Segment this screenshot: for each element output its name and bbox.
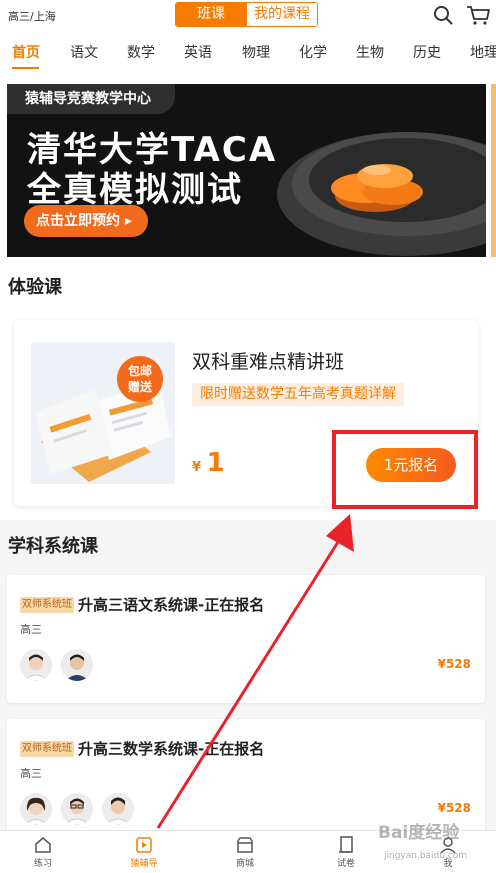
avatar — [61, 649, 93, 681]
tab-chemistry[interactable]: 化学 — [299, 42, 327, 62]
next-banner-peek — [491, 84, 496, 257]
teacher-avatars — [20, 793, 134, 825]
avatar — [61, 793, 93, 825]
course-card[interactable]: 双师系统班 升高三语文系统课-正在报名 高三 ¥528 — [7, 575, 485, 703]
tab-class-courses[interactable]: 班课 — [176, 3, 246, 26]
paper-icon — [339, 836, 353, 853]
store-icon — [237, 837, 253, 853]
trial-price: ¥ 1 — [192, 448, 225, 478]
trial-section-title: 体验课 — [8, 277, 62, 298]
tab-geography[interactable]: 地理 — [470, 42, 496, 62]
banner-area: 猿辅导竞赛教学中心 清华大学TACA 全真模拟测试 点击立即预约 ▸ — [0, 72, 496, 272]
nav-label: 猿辅导 — [130, 859, 158, 869]
search-icon[interactable] — [432, 4, 454, 26]
tab-history[interactable]: 历史 — [413, 42, 441, 62]
course-type-badge: 双师系统班 — [20, 597, 74, 613]
course-title: 升高三语文系统课-正在报名 — [78, 596, 265, 614]
avatar — [20, 793, 52, 825]
highlight-annotation-box — [332, 430, 478, 509]
watermark-url: jingyan.baidu.com — [384, 851, 468, 861]
tab-chinese[interactable]: 语文 — [70, 42, 98, 62]
course-price: ¥528 — [437, 657, 471, 671]
course-price: ¥528 — [437, 801, 471, 815]
banner-badge: 猿辅导竞赛教学中心 — [7, 84, 175, 114]
course-title: 升高三数学系统课-正在报名 — [78, 740, 265, 758]
avatar — [102, 793, 134, 825]
nav-label: 商城 — [235, 859, 254, 869]
trial-course-name: 双科重难点精讲班 — [192, 351, 345, 373]
location-selector[interactable]: 高三/上海 — [8, 8, 56, 24]
tab-physics[interactable]: 物理 — [242, 42, 270, 62]
nav-practice[interactable]: 练习 — [13, 835, 73, 869]
course-type-badge: 双师系统班 — [20, 741, 74, 757]
active-tab-indicator — [12, 67, 39, 69]
price-value: 1 — [206, 448, 225, 478]
subject-tabs: 首页 语文 数学 英语 物理 化学 生物 历史 地理 — [0, 32, 496, 72]
banner-cta-button[interactable]: 点击立即预约 ▸ — [24, 205, 148, 237]
sticker-line1: 包邮 — [127, 364, 152, 378]
teacher-avatars — [20, 649, 93, 681]
price-currency: ¥ — [192, 460, 202, 475]
tab-english[interactable]: 英语 — [184, 42, 212, 62]
tab-math[interactable]: 数学 — [127, 42, 155, 62]
nav-papers[interactable]: 试卷 — [316, 835, 376, 869]
disc-illustration — [277, 132, 486, 256]
course-book-image: 包邮 赠送 — [31, 342, 175, 484]
nav-yuanfudao[interactable]: 猿辅导 — [114, 835, 174, 869]
nav-store[interactable]: 商城 — [215, 835, 275, 869]
tab-home[interactable]: 首页 — [12, 42, 40, 62]
play-triangle-icon: ▸ — [124, 213, 132, 229]
tab-biology[interactable]: 生物 — [356, 42, 384, 62]
course-grade: 高三 — [20, 767, 42, 780]
cart-icon[interactable] — [465, 4, 491, 26]
nav-label: 练习 — [33, 859, 52, 869]
avatar — [20, 649, 52, 681]
free-shipping-sticker: 包邮 赠送 — [117, 356, 163, 402]
play-icon — [136, 837, 152, 853]
tab-my-courses[interactable]: 我的课程 — [246, 3, 317, 26]
banner-title-line2: 全真模拟测试 — [27, 170, 243, 210]
home-icon — [35, 837, 51, 853]
course-segmented-control: 班课 我的课程 — [175, 2, 318, 27]
banner-cta-label: 点击立即预约 — [36, 213, 120, 229]
top-bar: 高三/上海 班课 我的课程 — [0, 0, 496, 32]
sticker-line2: 赠送 — [127, 380, 152, 394]
nav-label: 试卷 — [336, 859, 355, 869]
watermark-text: Bai度经验 — [378, 823, 460, 843]
system-section-title: 学科系统课 — [8, 536, 98, 557]
course-grade: 高三 — [20, 623, 42, 636]
trial-promo-tag: 限时赠送数学五年高考真题详解 — [192, 383, 404, 406]
promo-banner[interactable]: 猿辅导竞赛教学中心 清华大学TACA 全真模拟测试 点击立即预约 ▸ — [7, 84, 486, 257]
